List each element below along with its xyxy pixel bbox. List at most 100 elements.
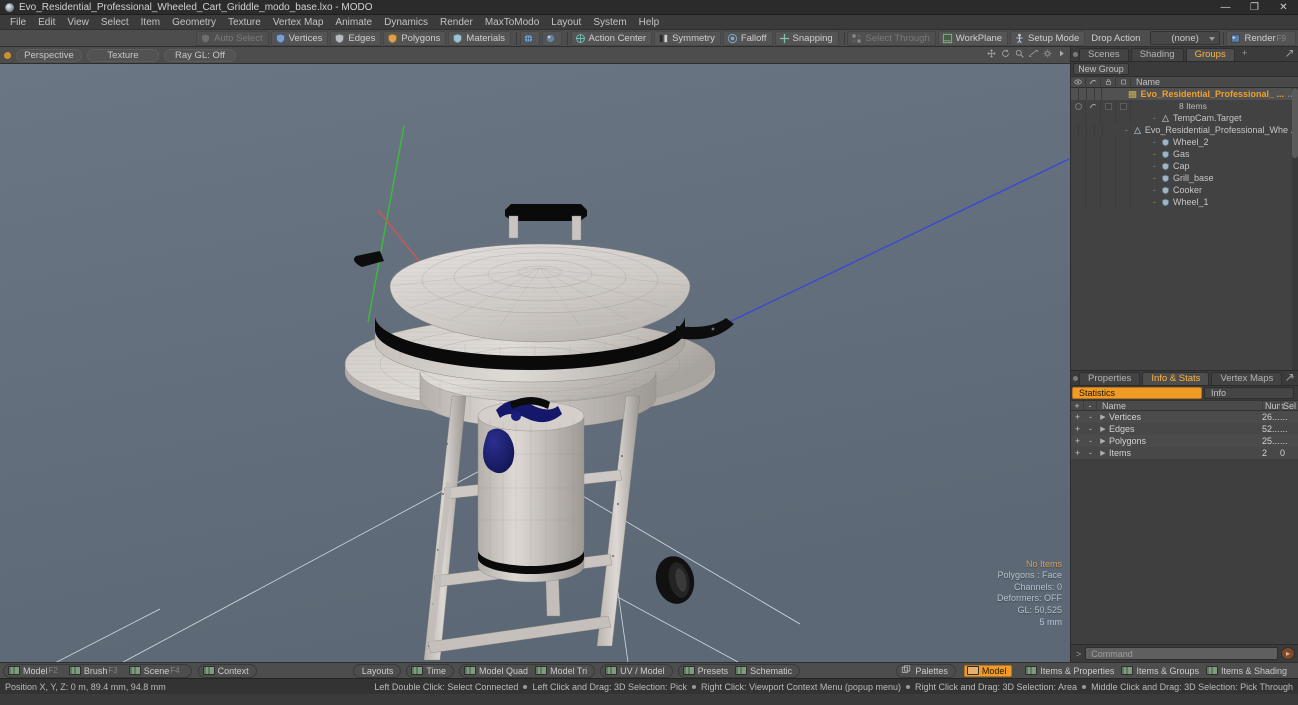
panel-menu-dot-icon[interactable] xyxy=(1073,52,1078,57)
tree-scrollbar[interactable] xyxy=(1292,88,1298,370)
palettes-button[interactable]: Palettes xyxy=(899,665,953,677)
panel-menu-dot-icon[interactable] xyxy=(1073,376,1078,381)
materials-button[interactable]: Materials xyxy=(448,30,511,46)
close-button[interactable]: ✕ xyxy=(1269,0,1298,15)
tree-expander[interactable]: - xyxy=(1153,137,1158,147)
group-tree[interactable]: Evo_Residential_Professional_ ... … 8 It… xyxy=(1071,88,1298,370)
vertices-button[interactable]: Vertices xyxy=(270,30,329,46)
workspace-items-properties-button[interactable]: Items & Properties xyxy=(1023,665,1119,677)
tree-row[interactable]: - Wheel_1 xyxy=(1071,196,1298,208)
tree-expander[interactable]: - xyxy=(1153,113,1158,123)
menu-dynamics[interactable]: Dynamics xyxy=(378,15,434,30)
tree-row[interactable]: - Gas xyxy=(1071,148,1298,160)
menu-texture[interactable]: Texture xyxy=(222,15,267,30)
workplane-button[interactable]: WorkPlane xyxy=(937,30,1009,46)
subtab-info[interactable]: Info xyxy=(1204,387,1294,399)
layout-model-tri-button[interactable]: Model Tri xyxy=(533,665,592,677)
stats-row-minus[interactable]: - xyxy=(1084,448,1097,458)
stats-row-plus[interactable]: + xyxy=(1071,412,1084,422)
setup-mode-button[interactable]: Setup Mode xyxy=(1010,30,1086,46)
select-checkbox[interactable] xyxy=(1119,102,1127,110)
viewport-projection-select[interactable]: Perspective xyxy=(16,48,82,62)
zoom-icon[interactable] xyxy=(1015,49,1024,58)
stats-row-plus[interactable]: + xyxy=(1071,424,1084,434)
layouts-button[interactable]: Layouts xyxy=(356,665,399,677)
menu-help[interactable]: Help xyxy=(633,15,666,30)
auto-select-button[interactable]: Auto Select xyxy=(196,30,269,46)
tab-scenes[interactable]: Scenes xyxy=(1079,48,1129,61)
drop-action-select[interactable]: (none) xyxy=(1150,31,1220,45)
context-button[interactable]: Context xyxy=(201,665,254,677)
menu-layout[interactable]: Layout xyxy=(545,15,587,30)
snapping-button[interactable]: Snapping xyxy=(774,30,839,46)
viewport-raygl-select[interactable]: Ray GL: Off xyxy=(164,48,236,62)
viewport-menu-dot-icon[interactable] xyxy=(4,51,11,59)
rotate-icon[interactable] xyxy=(1001,49,1010,58)
tab-info-stats[interactable]: Info & Stats xyxy=(1142,372,1210,385)
stats-row[interactable]: + - ▶ Vertices 26... ... xyxy=(1071,411,1298,423)
tree-expander[interactable]: - xyxy=(1153,173,1158,183)
menu-item[interactable]: Item xyxy=(135,15,166,30)
stats-row-minus[interactable]: - xyxy=(1084,412,1097,422)
tree-expander[interactable]: - xyxy=(1125,125,1130,135)
layout-model-quad-button[interactable]: Model Quad xyxy=(462,665,533,677)
menu-view[interactable]: View xyxy=(61,15,95,30)
symmetry-button[interactable]: Symmetry xyxy=(654,30,721,46)
stats-row-expander[interactable]: ▶ xyxy=(1097,425,1109,433)
menu-vertex-map[interactable]: Vertex Map xyxy=(267,15,330,30)
menu-geometry[interactable]: Geometry xyxy=(166,15,222,30)
render-button[interactable]: Render F9 xyxy=(1226,30,1296,46)
tab-groups[interactable]: Groups xyxy=(1185,48,1235,61)
stats-row[interactable]: + - ▶ Edges 52... ... xyxy=(1071,423,1298,435)
tree-expander[interactable]: - xyxy=(1153,185,1158,195)
move-icon[interactable] xyxy=(987,49,996,58)
stats-row[interactable]: + - ▶ Items 2 0 xyxy=(1071,447,1298,459)
texture-sphere-toggle[interactable] xyxy=(541,30,562,46)
minimize-button[interactable]: — xyxy=(1211,0,1240,15)
stats-row-plus[interactable]: + xyxy=(1071,448,1084,458)
workspace-items-shading-button[interactable]: Items & Shading xyxy=(1204,665,1292,677)
menu-render[interactable]: Render xyxy=(434,15,479,30)
mode-model-button[interactable]: Model F2 xyxy=(6,665,67,677)
menu-file[interactable]: File xyxy=(4,15,32,30)
mode-brush-button[interactable]: Brush F3 xyxy=(67,665,127,677)
layout-uv-model-button[interactable]: UV / Model xyxy=(603,665,670,677)
tree-row[interactable]: - TempCam.Target xyxy=(1071,112,1298,124)
stats-row-minus[interactable]: - xyxy=(1084,424,1097,434)
layout-presets-button[interactable]: Presets xyxy=(681,665,734,677)
viewport-shading-select[interactable]: Texture xyxy=(87,48,159,62)
subtab-statistics[interactable]: Statistics xyxy=(1072,387,1202,399)
menu-maxtomodo[interactable]: MaxToModo xyxy=(479,15,545,30)
layout-schematic-button[interactable]: Schematic xyxy=(733,665,797,677)
tree-scrollbar-thumb[interactable] xyxy=(1292,88,1298,158)
visibility-toggle[interactable] xyxy=(1074,102,1082,110)
render-toggle-icon[interactable] xyxy=(1089,102,1097,110)
menu-select[interactable]: Select xyxy=(95,15,135,30)
mode-scene-button[interactable]: Scene F4 xyxy=(127,665,189,677)
falloff-button[interactable]: Falloff xyxy=(722,30,773,46)
command-submit-button[interactable]: ▸ xyxy=(1281,647,1295,660)
new-group-button[interactable]: New Group xyxy=(1073,63,1129,75)
tree-row[interactable]: - Cap xyxy=(1071,160,1298,172)
expand-arrow-icon[interactable] xyxy=(1057,49,1066,58)
viewport-3d-canvas[interactable]: No Items Polygons : Face Channels: 0 Def… xyxy=(0,64,1070,662)
tab-vertex-maps[interactable]: Vertex Maps xyxy=(1211,372,1283,385)
layout-time-button[interactable]: Time xyxy=(409,665,451,677)
stats-row-expander[interactable]: ▶ xyxy=(1097,449,1109,457)
workspace-items-groups-button[interactable]: Items & Groups xyxy=(1119,665,1204,677)
stats-row-minus[interactable]: - xyxy=(1084,436,1097,446)
tab-shading[interactable]: Shading xyxy=(1130,48,1184,61)
workspace-model-button[interactable]: Model xyxy=(963,664,1013,677)
panel-expand-icon[interactable] xyxy=(1285,373,1294,382)
stats-row-expander[interactable]: ▶ xyxy=(1097,413,1109,421)
stats-row-expander[interactable]: ▶ xyxy=(1097,437,1109,445)
panel-expand-icon[interactable] xyxy=(1285,49,1294,58)
tab-properties[interactable]: Properties xyxy=(1079,372,1141,385)
polygons-button[interactable]: Polygons xyxy=(383,30,447,46)
uv-sphere-toggle[interactable] xyxy=(519,30,540,46)
command-input[interactable]: Command xyxy=(1085,647,1278,660)
tree-row[interactable]: - Cooker xyxy=(1071,184,1298,196)
tab-add[interactable]: + xyxy=(1237,48,1253,61)
gear-icon[interactable] xyxy=(1043,49,1052,58)
tree-expander[interactable]: - xyxy=(1153,149,1158,159)
